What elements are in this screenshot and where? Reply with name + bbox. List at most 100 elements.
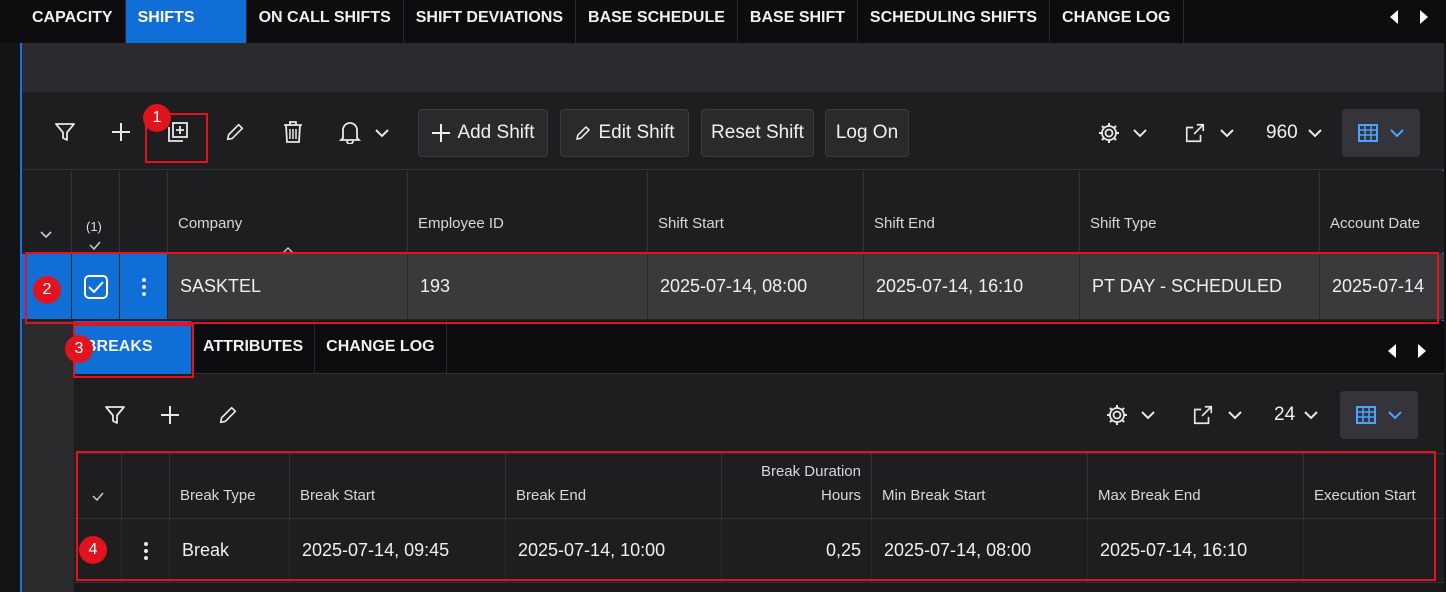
breaks-page-size[interactable]: 24 — [1274, 404, 1295, 426]
chevron-down-icon[interactable] — [1139, 408, 1157, 422]
cell-execution-start — [1304, 519, 1444, 582]
reset-shift-label: Reset Shift — [711, 122, 804, 143]
marker-4: 4 — [79, 536, 107, 564]
page-size-value[interactable]: 960 — [1266, 122, 1298, 144]
scroll-left-icon[interactable] — [1390, 10, 1398, 24]
chevron-down-icon[interactable] — [40, 231, 52, 239]
breaks-grid-header: Break Type Break Start Break End Break D… — [74, 453, 1444, 519]
header-band — [22, 43, 1444, 92]
bell-icon[interactable] — [337, 119, 363, 145]
tab-capacity[interactable]: CAPACITY — [0, 0, 126, 43]
column-account-date[interactable]: Account Date — [1320, 171, 1444, 252]
column-break-type[interactable]: Break Type — [170, 454, 290, 518]
table-icon — [1356, 406, 1376, 424]
column-break-end[interactable]: Break End — [506, 454, 722, 518]
header-account-date: Account Date — [1330, 215, 1421, 232]
cell-break-duration: 0,25 — [722, 519, 872, 582]
grid-view-button[interactable] — [1342, 109, 1420, 157]
plus-icon — [432, 124, 451, 142]
row-menu-cell[interactable] — [122, 519, 170, 582]
edit-icon[interactable] — [222, 119, 248, 145]
actions-column — [120, 171, 168, 252]
column-max-break-end[interactable]: Max Break End — [1088, 454, 1304, 518]
edit-shift-label: Edit Shift — [598, 122, 675, 143]
settings-icon[interactable] — [1096, 120, 1122, 146]
column-company[interactable]: Company — [168, 171, 408, 254]
cell-break-end: 2025-07-14, 10:00 — [506, 519, 722, 582]
column-shift-type[interactable]: Shift Type — [1080, 171, 1320, 252]
top-tab-bar: CAPACITY SHIFTS ON CALL SHIFTS SHIFT DEV… — [0, 0, 1446, 43]
chevron-down-icon[interactable] — [373, 126, 391, 140]
table-row[interactable]: Break 2025-07-14, 09:45 2025-07-14, 10:0… — [74, 519, 1444, 583]
tab-scroll-arrows — [1390, 6, 1428, 24]
check-icon — [87, 280, 104, 293]
column-shift-end[interactable]: Shift End — [864, 171, 1080, 252]
edit-icon[interactable] — [215, 402, 241, 428]
filter-icon[interactable] — [52, 119, 78, 145]
settings-icon[interactable] — [1104, 402, 1130, 428]
column-break-duration[interactable]: Break Duration Hours — [722, 454, 872, 518]
chevron-down-icon — [1390, 128, 1404, 137]
marker-2: 2 — [33, 276, 61, 304]
kebab-menu-icon[interactable] — [143, 541, 148, 560]
reset-shift-button[interactable]: Reset Shift — [701, 109, 814, 157]
cell-employee-id: 193 — [408, 254, 648, 319]
scroll-right-icon[interactable] — [1420, 10, 1428, 24]
column-employee-id[interactable]: Employee ID — [408, 171, 648, 252]
export-icon[interactable] — [1190, 402, 1216, 428]
scroll-left-icon[interactable] — [1388, 344, 1396, 358]
filter-icon[interactable] — [102, 402, 128, 428]
shifts-grid-header: (1) Company Employee ID Shift Start Shif… — [22, 171, 1444, 254]
chevron-down-icon[interactable] — [1131, 126, 1149, 140]
tab-base-shift[interactable]: BASE SHIFT — [738, 0, 858, 43]
cell-shift-type: PT DAY - SCHEDULED — [1080, 254, 1320, 319]
chevron-down-icon[interactable] — [1218, 126, 1236, 140]
tab-shift-deviations[interactable]: SHIFT DEVIATIONS — [404, 0, 577, 43]
column-break-start[interactable]: Break Start — [290, 454, 506, 518]
chevron-down-icon[interactable] — [1226, 408, 1244, 422]
header-break-type: Break Type — [180, 487, 256, 504]
header-employee-id: Employee ID — [418, 215, 504, 232]
check-icon[interactable] — [89, 241, 101, 250]
detail-panel: BREAKS ATTRIBUTES CHANGE LOG 24 Break Ty… — [74, 321, 1444, 592]
tab-base-schedule[interactable]: BASE SCHEDULE — [576, 0, 738, 43]
log-on-button[interactable]: Log On — [825, 109, 909, 157]
chevron-down-icon — [1388, 410, 1402, 419]
tab-change-log[interactable]: CHANGE LOG — [1050, 0, 1184, 43]
delete-icon[interactable] — [280, 119, 306, 145]
cell-min-break-start: 2025-07-14, 08:00 — [872, 519, 1088, 582]
add-icon[interactable] — [157, 402, 183, 428]
detail-indent — [22, 321, 74, 592]
cell-break-start: 2025-07-14, 09:45 — [290, 519, 506, 582]
cell-company: SASKTEL — [168, 254, 408, 319]
row-menu-cell[interactable] — [120, 254, 168, 319]
column-shift-start[interactable]: Shift Start — [648, 171, 864, 252]
header-max-break-end: Max Break End — [1098, 487, 1201, 504]
row-checkbox[interactable] — [83, 274, 108, 299]
detail-tab-scroll — [1388, 340, 1426, 358]
grid-view-button[interactable] — [1340, 391, 1418, 439]
tab-detail-change-log[interactable]: CHANGE LOG — [315, 321, 447, 374]
row-select-cell[interactable] — [72, 254, 120, 319]
scroll-right-icon[interactable] — [1418, 344, 1426, 358]
chevron-down-icon[interactable] — [1302, 408, 1320, 422]
header-min-break-start: Min Break Start — [882, 487, 986, 504]
tab-scheduling-shifts[interactable]: SCHEDULING SHIFTS — [858, 0, 1051, 43]
sort-asc-icon[interactable] — [282, 247, 294, 254]
tab-attributes[interactable]: ATTRIBUTES — [192, 321, 316, 374]
tab-on-call-shifts[interactable]: ON CALL SHIFTS — [247, 0, 404, 43]
chevron-down-icon[interactable] — [1306, 126, 1324, 140]
marker-1: 1 — [143, 104, 171, 132]
export-icon[interactable] — [1182, 120, 1208, 146]
check-icon[interactable] — [92, 492, 104, 501]
kebab-menu-icon[interactable] — [141, 277, 146, 296]
header-execution-start: Execution Start — [1314, 487, 1416, 504]
add-shift-button[interactable]: Add Shift — [418, 109, 548, 157]
select-column: (1) — [72, 171, 120, 252]
add-icon[interactable] — [108, 119, 134, 145]
edit-shift-button[interactable]: Edit Shift — [560, 109, 689, 157]
column-min-break-start[interactable]: Min Break Start — [872, 454, 1088, 518]
tab-shifts[interactable]: SHIFTS — [125, 0, 247, 43]
table-row[interactable]: SASKTEL 193 2025-07-14, 08:00 2025-07-14… — [22, 254, 1444, 320]
column-execution-start[interactable]: Execution Start — [1304, 454, 1444, 518]
